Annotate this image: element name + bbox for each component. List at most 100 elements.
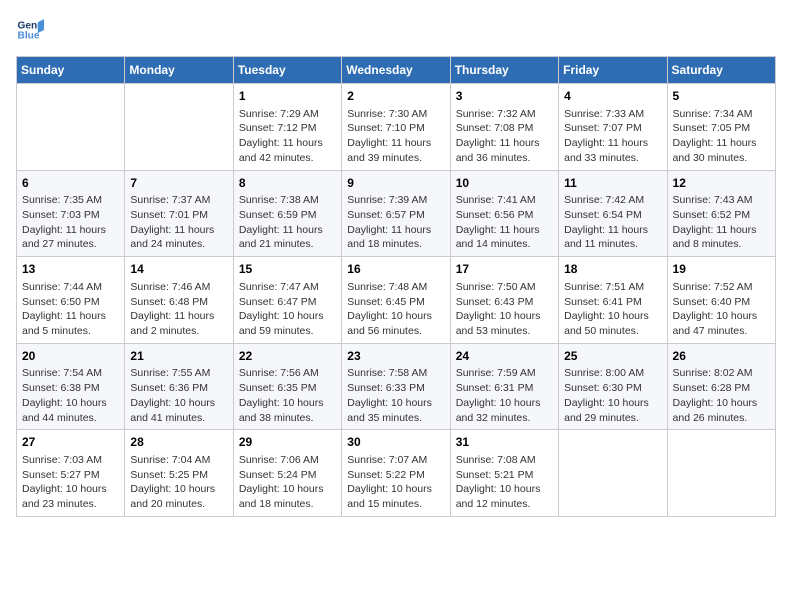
day-number: 18 (564, 261, 661, 278)
day-number: 1 (239, 88, 336, 105)
calendar-cell: 27 Sunrise: 7:03 AMSunset: 5:27 PMDayligh… (17, 430, 125, 517)
day-number: 27 (22, 434, 119, 451)
day-info: Sunrise: 7:52 AMSunset: 6:40 PMDaylight:… (673, 280, 770, 339)
calendar-cell: 21Sunrise: 7:55 AMSunset: 6:36 PMDayligh… (125, 343, 233, 430)
day-number: 10 (456, 175, 553, 192)
calendar-cell: 15 Sunrise: 7:47 AMSunset: 6:47 PMDayligh… (233, 257, 341, 344)
calendar-table: SundayMondayTuesdayWednesdayThursdayFrid… (16, 56, 776, 517)
day-info: Sunrise: 7:04 AMSunset: 5:25 PMDaylight:… (130, 453, 227, 512)
day-info: Sunrise: 7:35 AMSunset: 7:03 PMDaylight:… (22, 193, 119, 252)
calendar-cell: 24Sunrise: 7:59 AMSunset: 6:31 PMDayligh… (450, 343, 558, 430)
logo: General Blue (16, 16, 44, 44)
calendar-cell: 5Sunrise: 7:34 AMSunset: 7:05 PMDaylight… (667, 84, 775, 171)
day-info: Sunrise: 7:44 AMSunset: 6:50 PMDaylight:… (22, 280, 119, 339)
day-info: Sunrise: 7:46 AMSunset: 6:48 PMDaylight:… (130, 280, 227, 339)
calendar-cell: 26Sunrise: 8:02 AMSunset: 6:28 PMDayligh… (667, 343, 775, 430)
day-number: 28 (130, 434, 227, 451)
weekday-header-tuesday: Tuesday (233, 57, 341, 84)
calendar-cell: 9Sunrise: 7:39 AMSunset: 6:57 PMDaylight… (342, 170, 450, 257)
weekday-header-thursday: Thursday (450, 57, 558, 84)
calendar-cell: 7Sunrise: 7:37 AMSunset: 7:01 PMDaylight… (125, 170, 233, 257)
calendar-cell: 8Sunrise: 7:38 AMSunset: 6:59 PMDaylight… (233, 170, 341, 257)
day-info: Sunrise: 7:37 AMSunset: 7:01 PMDaylight:… (130, 193, 227, 252)
weekday-header-friday: Friday (559, 57, 667, 84)
day-number: 15 (239, 261, 336, 278)
weekday-header-wednesday: Wednesday (342, 57, 450, 84)
day-number: 2 (347, 88, 444, 105)
calendar-week-3: 13 Sunrise: 7:44 AMSunset: 6:50 PMDayligh… (17, 257, 776, 344)
day-info: Sunrise: 7:03 AMSunset: 5:27 PMDaylight:… (22, 453, 119, 512)
day-number: 13 (22, 261, 119, 278)
day-number: 22 (239, 348, 336, 365)
calendar-cell: 16Sunrise: 7:48 AMSunset: 6:45 PMDayligh… (342, 257, 450, 344)
day-number: 24 (456, 348, 553, 365)
calendar-cell (559, 430, 667, 517)
day-number: 29 (239, 434, 336, 451)
calendar-week-5: 27 Sunrise: 7:03 AMSunset: 5:27 PMDayligh… (17, 430, 776, 517)
calendar-cell: 20Sunrise: 7:54 AMSunset: 6:38 PMDayligh… (17, 343, 125, 430)
day-info: Sunrise: 7:51 AMSunset: 6:41 PMDaylight:… (564, 280, 661, 339)
calendar-week-1: 1 Sunrise: 7:29 AMSunset: 7:12 PMDaylight… (17, 84, 776, 171)
calendar-cell: 10Sunrise: 7:41 AMSunset: 6:56 PMDayligh… (450, 170, 558, 257)
calendar-cell (17, 84, 125, 171)
calendar-cell (125, 84, 233, 171)
calendar-cell (667, 430, 775, 517)
weekday-header-sunday: Sunday (17, 57, 125, 84)
day-number: 20 (22, 348, 119, 365)
day-info: Sunrise: 7:41 AMSunset: 6:56 PMDaylight:… (456, 193, 553, 252)
day-info: Sunrise: 7:07 AMSunset: 5:22 PMDaylight:… (347, 453, 444, 512)
calendar-cell: 2 Sunrise: 7:30 AMSunset: 7:10 PMDaylight… (342, 84, 450, 171)
day-info: Sunrise: 7:33 AMSunset: 7:07 PMDaylight:… (564, 107, 661, 166)
day-info: Sunrise: 7:48 AMSunset: 6:45 PMDaylight:… (347, 280, 444, 339)
day-number: 3 (456, 88, 553, 105)
calendar-cell: 25Sunrise: 8:00 AMSunset: 6:30 PMDayligh… (559, 343, 667, 430)
day-info: Sunrise: 7:29 AMSunset: 7:12 PMDaylight:… (239, 107, 336, 166)
day-number: 12 (673, 175, 770, 192)
calendar-cell: 14 Sunrise: 7:46 AMSunset: 6:48 PMDayligh… (125, 257, 233, 344)
day-number: 26 (673, 348, 770, 365)
weekday-header-saturday: Saturday (667, 57, 775, 84)
logo-icon: General Blue (16, 16, 44, 44)
calendar-cell: 6Sunrise: 7:35 AMSunset: 7:03 PMDaylight… (17, 170, 125, 257)
day-info: Sunrise: 7:32 AMSunset: 7:08 PMDaylight:… (456, 107, 553, 166)
calendar-cell: 11Sunrise: 7:42 AMSunset: 6:54 PMDayligh… (559, 170, 667, 257)
day-info: Sunrise: 7:50 AMSunset: 6:43 PMDaylight:… (456, 280, 553, 339)
day-info: Sunrise: 7:58 AMSunset: 6:33 PMDaylight:… (347, 366, 444, 425)
day-number: 14 (130, 261, 227, 278)
calendar-week-2: 6Sunrise: 7:35 AMSunset: 7:03 PMDaylight… (17, 170, 776, 257)
day-info: Sunrise: 7:42 AMSunset: 6:54 PMDaylight:… (564, 193, 661, 252)
svg-text:Blue: Blue (18, 31, 40, 42)
calendar-cell: 28 Sunrise: 7:04 AMSunset: 5:25 PMDayligh… (125, 430, 233, 517)
day-number: 21 (130, 348, 227, 365)
day-info: Sunrise: 7:47 AMSunset: 6:47 PMDaylight:… (239, 280, 336, 339)
calendar-cell: 31 Sunrise: 7:08 AMSunset: 5:21 PMDayligh… (450, 430, 558, 517)
day-info: Sunrise: 7:06 AMSunset: 5:24 PMDaylight:… (239, 453, 336, 512)
day-info: Sunrise: 7:54 AMSunset: 6:38 PMDaylight:… (22, 366, 119, 425)
calendar-cell: 3 Sunrise: 7:32 AMSunset: 7:08 PMDaylight… (450, 84, 558, 171)
calendar-cell: 4 Sunrise: 7:33 AMSunset: 7:07 PMDaylight… (559, 84, 667, 171)
day-number: 17 (456, 261, 553, 278)
calendar-cell: 17 Sunrise: 7:50 AMSunset: 6:43 PMDayligh… (450, 257, 558, 344)
calendar-cell: 30Sunrise: 7:07 AMSunset: 5:22 PMDayligh… (342, 430, 450, 517)
day-info: Sunrise: 7:39 AMSunset: 6:57 PMDaylight:… (347, 193, 444, 252)
day-info: Sunrise: 7:43 AMSunset: 6:52 PMDaylight:… (673, 193, 770, 252)
day-info: Sunrise: 8:02 AMSunset: 6:28 PMDaylight:… (673, 366, 770, 425)
day-number: 19 (673, 261, 770, 278)
day-number: 25 (564, 348, 661, 365)
calendar-cell: 19 Sunrise: 7:52 AMSunset: 6:40 PMDayligh… (667, 257, 775, 344)
day-info: Sunrise: 7:30 AMSunset: 7:10 PMDaylight:… (347, 107, 444, 166)
calendar-cell: 1 Sunrise: 7:29 AMSunset: 7:12 PMDaylight… (233, 84, 341, 171)
day-info: Sunrise: 7:34 AMSunset: 7:05 PMDaylight:… (673, 107, 770, 166)
weekday-header-monday: Monday (125, 57, 233, 84)
day-number: 31 (456, 434, 553, 451)
calendar-cell: 22Sunrise: 7:56 AMSunset: 6:35 PMDayligh… (233, 343, 341, 430)
day-number: 4 (564, 88, 661, 105)
day-info: Sunrise: 7:59 AMSunset: 6:31 PMDaylight:… (456, 366, 553, 425)
day-info: Sunrise: 8:00 AMSunset: 6:30 PMDaylight:… (564, 366, 661, 425)
calendar-cell: 13 Sunrise: 7:44 AMSunset: 6:50 PMDayligh… (17, 257, 125, 344)
day-info: Sunrise: 7:08 AMSunset: 5:21 PMDaylight:… (456, 453, 553, 512)
calendar-cell: 23Sunrise: 7:58 AMSunset: 6:33 PMDayligh… (342, 343, 450, 430)
calendar-week-4: 20Sunrise: 7:54 AMSunset: 6:38 PMDayligh… (17, 343, 776, 430)
day-info: Sunrise: 7:56 AMSunset: 6:35 PMDaylight:… (239, 366, 336, 425)
calendar-cell: 29 Sunrise: 7:06 AMSunset: 5:24 PMDayligh… (233, 430, 341, 517)
